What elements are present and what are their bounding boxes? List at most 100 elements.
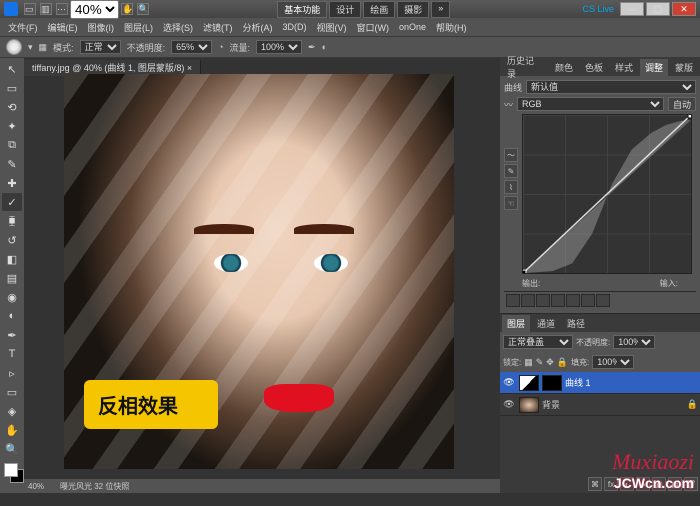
curve-draw-icon[interactable]: 〜 [504,148,518,162]
menu-onone[interactable]: onOne [395,20,430,34]
lock-pixel-icon[interactable]: ✎ [536,357,544,368]
marquee-tool[interactable]: ▭ [2,79,22,97]
brush-picker-icon[interactable]: ▾ [28,42,33,53]
adj-trash-icon[interactable] [596,294,610,307]
menu-layer[interactable]: 图层(L) [120,19,157,36]
menu-edit[interactable]: 编辑(E) [44,19,82,36]
heal-tool[interactable]: ✚ [2,174,22,192]
layer-thumb[interactable] [519,397,539,413]
channel-select[interactable]: RGB [517,97,664,111]
tab-swatches[interactable]: 色板 [580,59,608,76]
adj-expand-icon[interactable] [521,294,535,307]
menu-help[interactable]: 帮助(H) [432,19,471,36]
preset-select[interactable]: 新认值 [526,80,696,94]
flow-select[interactable]: 100% [256,40,302,54]
blend-mode-select[interactable]: 正常 [80,40,121,54]
curve-smooth-icon[interactable]: ⌇ [504,180,518,194]
tab-color[interactable]: 颜色 [550,59,578,76]
layer-name[interactable]: 背景 [542,398,560,411]
menu-image[interactable]: 图像(I) [84,19,119,36]
close-button[interactable]: ✕ [672,2,696,16]
adj-return-icon[interactable] [506,294,520,307]
history-brush-tool[interactable]: ↺ [2,231,22,249]
lasso-tool[interactable]: ⟲ [2,98,22,116]
airbrush-icon[interactable]: ✒ [308,42,316,53]
layer-mask-thumb[interactable] [542,375,562,391]
link-icon[interactable]: ⌘ [588,477,602,491]
layer-row[interactable]: 👁 背景 🔒 [500,394,700,416]
lock-pos-icon[interactable]: ✥ [546,357,554,368]
tab-adjustments[interactable]: 调整 [640,59,668,76]
adj-reset-icon[interactable] [581,294,595,307]
dodge-tool[interactable]: ◐ [2,307,22,325]
curve-pencil-icon[interactable]: ✎ [504,164,518,178]
screen-mode-icon[interactable]: ▭ [24,3,36,15]
curve-target-icon[interactable]: ☜ [504,196,518,210]
eyedropper-tool[interactable]: ✎ [2,155,22,173]
blur-tool[interactable]: ◉ [2,288,22,306]
stamp-tool[interactable]: ⧯ [2,212,22,230]
menu-window[interactable]: 窗口(W) [353,19,394,36]
status-info[interactable]: 曝光风光 32 位快照 [60,481,129,492]
tab-styles[interactable]: 样式 [610,59,638,76]
status-zoom[interactable]: 40% [28,482,44,491]
tab-paths[interactable]: 路径 [562,315,590,332]
workspace-tab-painting[interactable]: 绘画 [363,1,395,18]
layer-name[interactable]: 曲线 1 [565,376,591,389]
workspace-tab-more[interactable]: » [431,1,450,18]
layer-opacity-select[interactable]: 100% [613,335,655,349]
tablet-size-icon[interactable]: ◐ [322,42,327,52]
type-tool[interactable]: T [2,345,22,363]
extras-icon[interactable]: ⋯ [56,3,68,15]
zoom-icon[interactable]: 🔍 [137,3,149,15]
pen-tool[interactable]: ✒ [2,326,22,344]
move-tool[interactable]: ↖ [2,60,22,78]
canvas[interactable]: 反相效果 [64,74,454,469]
channel-icon[interactable]: 〰 [504,98,513,111]
workspace-tab-photography[interactable]: 摄影 [397,1,429,18]
opacity-select[interactable]: 65% [171,40,212,54]
visibility-icon[interactable]: 👁 [502,398,516,412]
eraser-tool[interactable]: ◧ [2,250,22,268]
hand-tool[interactable]: ✋ [2,421,22,439]
tab-masks[interactable]: 蒙版 [670,59,698,76]
workspace-tab-essentials[interactable]: 基本功能 [277,1,327,18]
crop-tool[interactable]: ⧉ [2,136,22,154]
layer-blend-select[interactable]: 正常叠盖 [503,335,573,349]
brush-preset-icon[interactable] [6,39,22,55]
brush-panel-icon[interactable]: ▦ [39,42,48,53]
layer-fill-select[interactable]: 100% [592,355,634,369]
path-tool[interactable]: ▹ [2,364,22,382]
gradient-tool[interactable]: ▤ [2,269,22,287]
menu-filter[interactable]: 滤镜(T) [199,19,237,36]
lock-all-icon[interactable]: 🔒 [557,357,568,368]
menu-analysis[interactable]: 分析(A) [239,19,277,36]
menu-3d[interactable]: 3D(D) [279,20,311,34]
adj-clip-icon[interactable] [536,294,550,307]
layer-thumb[interactable] [519,375,539,391]
shape-tool[interactable]: ▭ [2,383,22,401]
brush-tool[interactable]: ✓ [2,193,22,211]
tab-channels[interactable]: 通道 [532,315,560,332]
color-swatches[interactable] [2,463,22,487]
menu-view[interactable]: 视图(V) [313,19,351,36]
zoom-tool[interactable]: 🔍 [2,440,22,458]
adj-prev-icon[interactable] [566,294,580,307]
menu-file[interactable]: 文件(F) [4,19,42,36]
hand-icon[interactable]: ✋ [121,3,133,15]
lock-trans-icon[interactable]: ▦ [524,357,533,368]
arrange-icon[interactable]: ▥ [40,3,52,15]
curves-graph[interactable] [522,114,692,274]
wand-tool[interactable]: ✦ [2,117,22,135]
visibility-icon[interactable]: 👁 [502,376,516,390]
maximize-button[interactable]: ▢ [646,2,670,16]
zoom-select[interactable]: 40% [70,0,119,19]
auto-button[interactable]: 自动 [668,97,696,111]
adj-eye-icon[interactable] [551,294,565,307]
cslive-button[interactable]: CS Live [582,4,614,14]
tab-layers[interactable]: 图层 [502,315,530,332]
foreground-color[interactable] [4,463,18,477]
tablet-opacity-icon[interactable]: ◔ [218,42,223,52]
layer-row[interactable]: 👁 曲线 1 [500,372,700,394]
3d-tool[interactable]: ◈ [2,402,22,420]
